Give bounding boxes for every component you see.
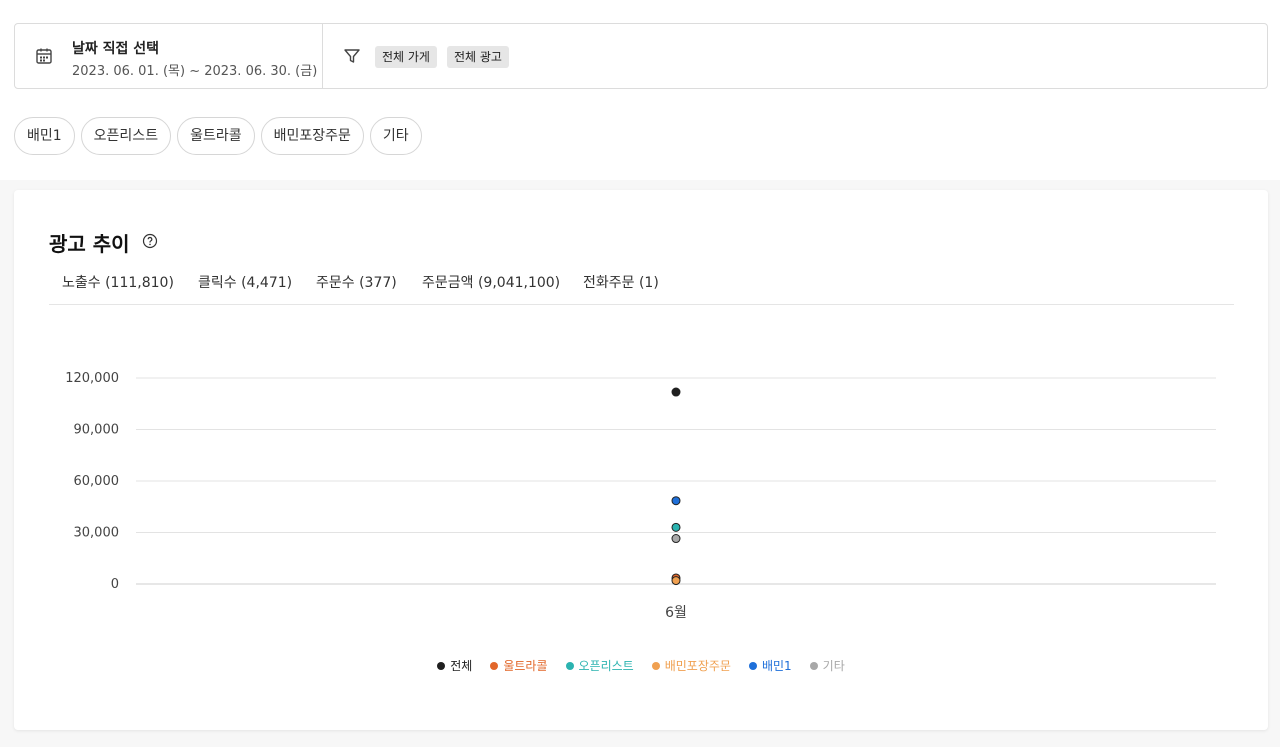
store-filter-tag[interactable]: 전체 가게 [375,46,437,68]
date-title: 날짜 직접 선택 [72,41,160,57]
legend-dot-icon [748,661,757,670]
legend-dot-icon [651,661,660,670]
legend-dot-icon [565,661,574,670]
ad-filter-tag[interactable]: 전체 광고 [447,46,509,68]
legend-item[interactable]: 배민포장주문 [651,657,731,674]
date-picker[interactable]: 날짜 직접 선택 2023. 06. 01. (목) ~ 2023. 06. 3… [15,24,323,88]
y-tick-label: 120,000 [65,371,119,386]
ad-trend-card: 광고 추이 노출수 (111,810) 클릭수 (4,471) 주문수 (377… [14,190,1268,730]
card-title: 광고 추이 [49,232,130,256]
data-point[interactable] [671,496,681,506]
x-tick-label: 6월 [665,605,687,621]
legend-item[interactable]: 오픈리스트 [565,657,634,674]
legend-dot-icon [437,661,446,670]
legend-item[interactable]: 전체 [437,657,472,674]
data-point[interactable] [671,387,681,397]
legend-label: 기타 [822,659,845,673]
calendar-icon [36,48,52,64]
legend-dot-icon [490,661,499,670]
legend-label: 전체 [450,659,473,673]
filter-bar: 날짜 직접 선택 2023. 06. 01. (목) ~ 2023. 06. 3… [14,23,1268,89]
tab-clicks[interactable]: 클릭수 (4,471) [198,272,292,292]
chip-ultracall[interactable]: 울트라콜 [177,117,255,155]
tab-order-amount[interactable]: 주문금액 (9,041,100) [422,272,560,292]
y-tick-label: 90,000 [74,423,120,438]
chip-baemin-pickup[interactable]: 배민포장주문 [260,117,364,155]
legend-label: 배민포장주문 [664,659,731,673]
data-point[interactable] [671,522,681,532]
legend-item[interactable]: 울트라콜 [490,657,548,674]
tab-impressions[interactable]: 노출수 (111,810) [62,272,174,292]
data-point[interactable] [671,576,681,586]
legend-item[interactable]: 배민1 [748,657,792,674]
tab-phone-orders[interactable]: 전화주문 (1) [583,272,659,292]
legend-item[interactable]: 기타 [809,657,845,674]
chip-baemin1[interactable]: 배민1 [14,117,75,155]
legend-dot-icon [809,661,818,670]
y-tick-label: 60,000 [74,474,120,489]
help-icon[interactable] [142,233,158,249]
date-range: 2023. 06. 01. (목) ~ 2023. 06. 30. (금) [72,64,318,79]
y-tick-label: 30,000 [74,526,120,541]
legend-label: 오픈리스트 [578,659,634,673]
tab-orders[interactable]: 주문수 (377) [316,272,397,292]
filter-icon[interactable] [343,47,361,65]
y-tick-label: 0 [111,577,119,592]
chip-openlist[interactable]: 오픈리스트 [80,117,172,155]
trend-chart: 0 30,000 60,000 90,000 120,000 6월 [65,371,1216,621]
data-point[interactable] [671,534,681,544]
legend-label: 배민1 [761,659,792,673]
legend-label: 울트라콜 [503,659,548,673]
ad-type-chips: 배민1 오픈리스트 울트라콜 배민포장주문 기타 [14,117,422,155]
chip-etc[interactable]: 기타 [369,117,422,155]
metric-tabs: 노출수 (111,810) 클릭수 (4,471) 주문수 (377) 주문금액… [49,270,1234,305]
chart-legend: 전체 울트라콜 오픈리스트 배민포장주문 배민1 기타 [14,657,1268,674]
